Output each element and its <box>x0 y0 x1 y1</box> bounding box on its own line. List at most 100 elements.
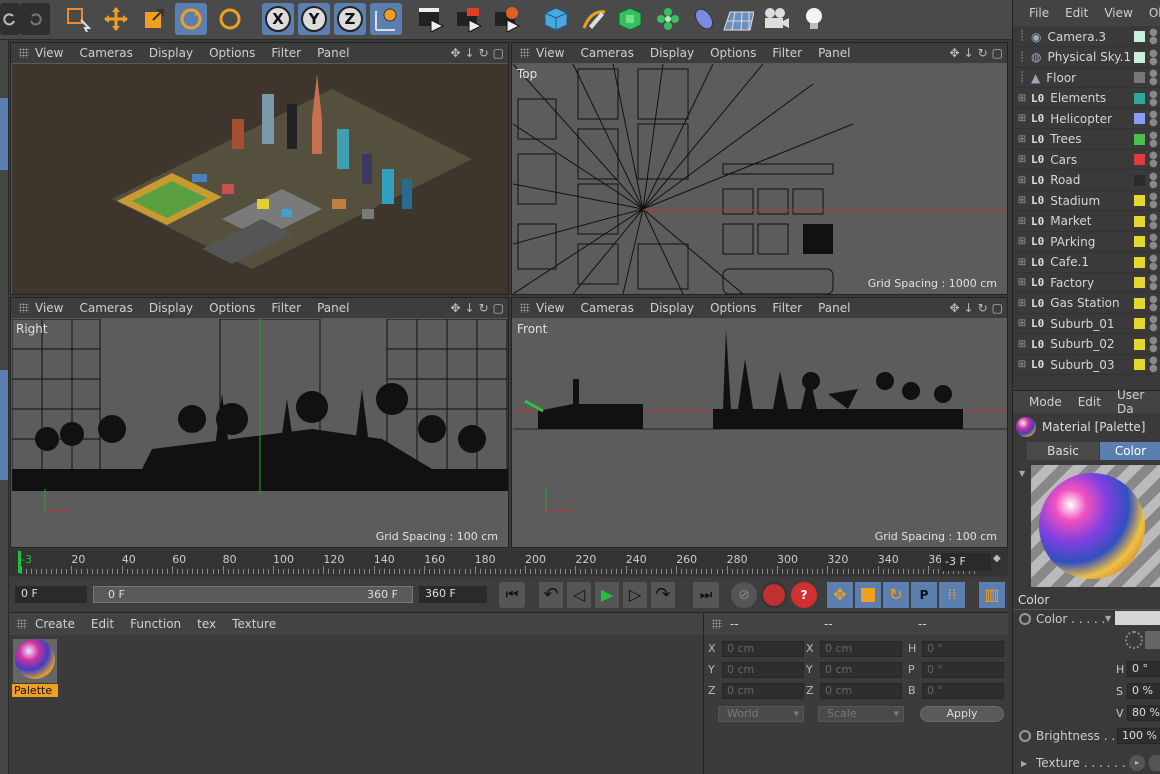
menu-tex[interactable]: tex <box>197 617 216 631</box>
zoom-icon[interactable]: ↓ <box>465 46 475 60</box>
move-icon[interactable] <box>100 3 132 35</box>
viewport-top[interactable]: View Cameras Display Options Filter Pane… <box>511 42 1008 295</box>
render-picture-viewer-icon[interactable] <box>454 3 486 35</box>
play-icon[interactable]: ▶ <box>595 582 619 608</box>
object-row[interactable]: ┊ ◍ Physical Sky.1 ● ● <box>1013 48 1160 68</box>
menu-filter[interactable]: Filter <box>271 46 301 60</box>
next-key-icon[interactable]: ↷ <box>651 582 675 608</box>
menu-options[interactable]: Options <box>209 301 255 315</box>
layer-color-swatch[interactable] <box>1134 154 1145 165</box>
object-row[interactable]: ⊞ L0 Factory ● ● <box>1013 273 1160 293</box>
render-settings-icon[interactable] <box>492 3 524 35</box>
object-row[interactable]: ⊞ L0 Suburb_01 ● ● <box>1013 314 1160 334</box>
menu-options[interactable]: Options <box>710 46 756 60</box>
coord-rotation-field[interactable]: 0 ° <box>922 641 1004 657</box>
key-position-icon[interactable]: ✥ <box>827 582 853 608</box>
object-row[interactable]: ⊞ L0 Elements ● ● <box>1013 89 1160 109</box>
menu-cameras[interactable]: Cameras <box>580 46 633 60</box>
menu-options[interactable]: Options <box>710 301 756 315</box>
zoom-icon[interactable]: ↓ <box>465 301 475 315</box>
expand-icon[interactable]: ⊞ <box>1013 216 1031 227</box>
visibility-dots-icon[interactable]: ● ● <box>1149 274 1158 292</box>
previous-key-icon[interactable]: ↶ <box>539 582 563 608</box>
coord-position-field[interactable]: 0 cm <box>722 662 804 678</box>
object-row[interactable]: ⊞ L0 PArking ● ● <box>1013 232 1160 252</box>
visibility-dots-icon[interactable]: ● ● <box>1149 315 1158 333</box>
size-mode-dropdown[interactable]: Scale ▾ <box>818 706 904 722</box>
pan-icon[interactable]: ✥ <box>450 301 460 315</box>
z-axis-lock[interactable]: Z <box>334 3 366 35</box>
layer-color-swatch[interactable] <box>1134 31 1145 42</box>
record-active-keys-icon[interactable] <box>761 582 787 608</box>
coordinate-mode-dropdown[interactable]: World ▾ <box>718 706 804 722</box>
texture-slot[interactable] <box>1149 755 1160 771</box>
object-row[interactable]: ┊ ◉ Camera.3 ● ● <box>1013 27 1160 47</box>
menu-create[interactable]: Create <box>35 617 75 631</box>
object-row[interactable]: ⊞ L0 Cars ● ● <box>1013 150 1160 170</box>
coord-position-field[interactable]: 0 cm <box>722 641 804 657</box>
start-frame-field[interactable]: 0 F <box>15 586 87 603</box>
deformer-icon[interactable] <box>688 3 720 35</box>
timeline-ruler[interactable]: -3 20 40 60 80 100 120 140 160 180 200 220 240 260 280… <box>9 549 1008 576</box>
pen-spline-icon[interactable] <box>578 3 610 35</box>
grip-icon[interactable] <box>520 48 530 58</box>
render-view-icon[interactable] <box>416 3 448 35</box>
maximize-icon[interactable]: ▢ <box>992 301 1003 315</box>
menu-mode[interactable]: Mode <box>1029 395 1062 409</box>
layer-color-swatch[interactable] <box>1134 92 1145 104</box>
visibility-dots-icon[interactable]: ● ● <box>1149 356 1158 374</box>
expand-icon[interactable]: ⊞ <box>1013 134 1031 145</box>
key-scale-icon[interactable] <box>855 582 881 608</box>
layer-color-swatch[interactable] <box>1134 277 1145 288</box>
menu-user-data[interactable]: User Da <box>1117 388 1144 416</box>
layer-color-swatch[interactable] <box>1134 174 1145 186</box>
visibility-dots-icon[interactable]: ● ● <box>1149 48 1158 66</box>
chevron-down-icon[interactable]: ▼ <box>1105 614 1111 623</box>
menu-view[interactable]: View <box>1104 6 1132 20</box>
coord-size-field[interactable]: 0 cm <box>820 683 902 699</box>
layer-color-swatch[interactable] <box>1134 113 1145 124</box>
cube-icon[interactable] <box>540 3 572 35</box>
grip-icon[interactable] <box>520 303 530 313</box>
x-axis-lock[interactable]: X <box>262 3 294 35</box>
menu-panel[interactable]: Panel <box>818 301 850 315</box>
brightness-keyframe-toggle[interactable] <box>1019 730 1031 742</box>
menu-options[interactable]: Options <box>209 46 255 60</box>
previous-frame-icon[interactable]: ◁ <box>567 582 591 608</box>
live-selection-icon[interactable] <box>62 3 94 35</box>
visibility-dots-icon[interactable]: ● ● <box>1149 335 1158 353</box>
menu-panel[interactable]: Panel <box>317 46 349 60</box>
scale-icon[interactable] <box>138 3 170 35</box>
menu-view[interactable]: View <box>536 46 564 60</box>
visibility-dots-icon[interactable]: ● ● <box>1149 69 1158 87</box>
layer-color-swatch[interactable] <box>1134 359 1145 370</box>
pan-icon[interactable]: ✥ <box>949 301 959 315</box>
end-frame-field[interactable]: 360 F <box>419 586 487 603</box>
viewport-front[interactable]: View Cameras Display Options Filter Pane… <box>511 297 1008 548</box>
current-frame-stepper[interactable]: ◆ <box>993 553 1007 571</box>
expand-icon[interactable]: ⊞ <box>1013 195 1031 206</box>
visibility-dots-icon[interactable]: ● ● <box>1149 212 1158 230</box>
maximize-icon[interactable]: ▢ <box>992 46 1003 60</box>
expand-icon[interactable]: ⊞ <box>1013 339 1031 350</box>
expand-icon[interactable]: ⊞ <box>1013 277 1031 288</box>
tab-basic[interactable]: Basic <box>1027 442 1099 460</box>
object-row[interactable]: ⊞ L0 Trees ● ● <box>1013 130 1160 150</box>
menu-texture[interactable]: Texture <box>232 617 276 631</box>
visibility-dots-icon[interactable]: ● ● <box>1149 192 1158 210</box>
layer-color-swatch[interactable] <box>1134 338 1145 350</box>
viewport-perspective[interactable]: View Cameras Display Options Filter Pane… <box>10 42 509 295</box>
menu-view[interactable]: View <box>35 46 63 60</box>
coord-rotation-field[interactable]: 0 ° <box>922 662 1004 678</box>
visibility-dots-icon[interactable]: ● ● <box>1149 253 1158 271</box>
apply-button[interactable]: Apply <box>920 706 1004 722</box>
pan-icon[interactable]: ✥ <box>450 46 460 60</box>
collapse-arrow-icon[interactable]: ▼ <box>1019 469 1025 478</box>
menu-display[interactable]: Display <box>149 46 193 60</box>
pan-icon[interactable]: ✥ <box>949 46 959 60</box>
layer-color-swatch[interactable] <box>1134 195 1145 206</box>
expand-icon[interactable]: ⊞ <box>1013 175 1031 186</box>
v-field[interactable]: 80 % <box>1127 705 1160 721</box>
orbit-icon[interactable]: ↻ <box>479 301 489 315</box>
object-row[interactable]: ⊞ L0 Cafe.1 ● ● <box>1013 253 1160 273</box>
